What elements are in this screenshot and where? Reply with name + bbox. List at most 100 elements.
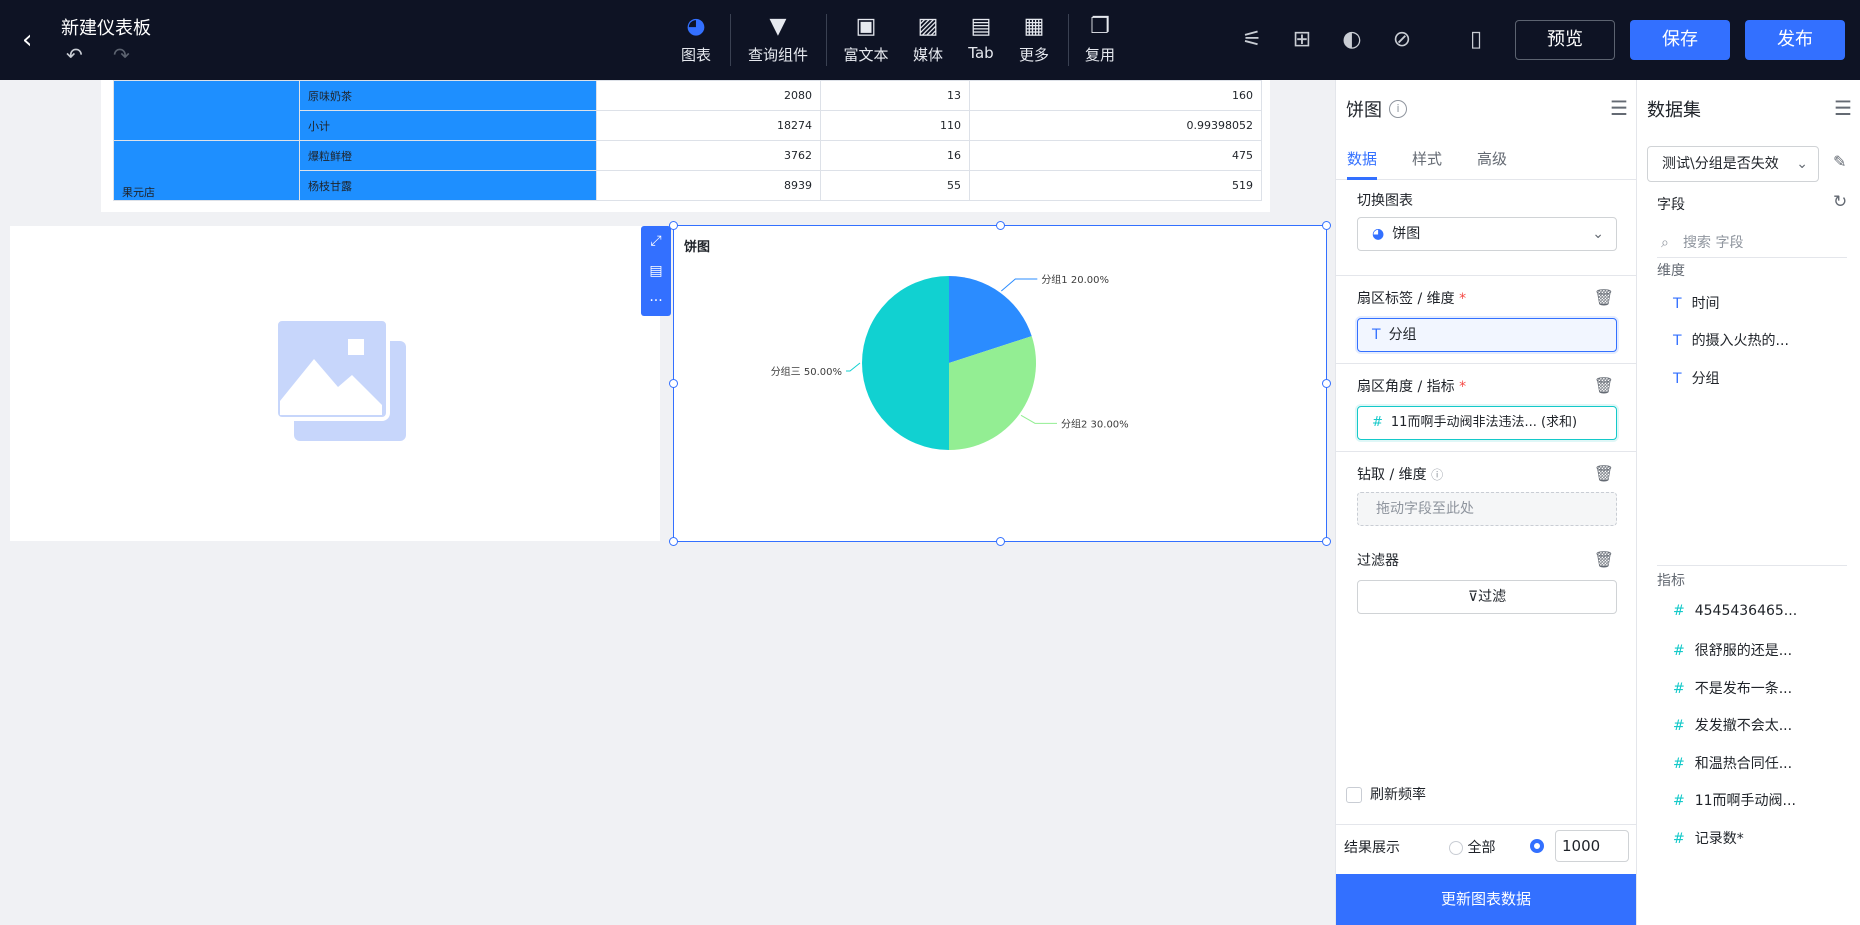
table-cell: 110 [820, 110, 970, 141]
pie-slice[interactable] [862, 276, 949, 450]
result-all-option[interactable]: 全部 [1449, 837, 1495, 857]
table-cell: 3762 [596, 140, 821, 171]
update-chart-data-button[interactable]: 更新图表数据 [1336, 874, 1636, 925]
resize-handle[interactable] [669, 221, 678, 230]
resize-handle[interactable] [1322, 379, 1331, 388]
metric-item[interactable]: # 很舒服的还是... [1673, 640, 1792, 660]
radio-all[interactable] [1449, 841, 1463, 855]
filter-button-label: 过滤 [1478, 589, 1507, 605]
field-search-input[interactable]: ⌕ 搜索 字段 [1657, 228, 1847, 258]
preview-button[interactable]: 预览 [1515, 20, 1615, 60]
publish-button[interactable]: 发布 [1745, 20, 1845, 60]
details-icon[interactable]: ▤ [641, 256, 671, 286]
pie-chart-widget[interactable]: 饼图 分组1 20.00% 分组2 30.00% 分组三 50.00% [669, 221, 1331, 546]
resize-handle[interactable] [1322, 221, 1331, 230]
top-bar: ‹ 新建仪表板 ↶ ↷ ◕ 图表 ▼ 查询组件 ▣ 富文本 ▨ 媒体 ▤ Tab… [0, 0, 1860, 80]
tool-tab[interactable]: ▤ Tab [964, 14, 998, 70]
undo-icon[interactable]: ↶ [66, 44, 90, 66]
pivot-table-widget[interactable]: 原味奶茶 2080 13 160 小计 18274 110 0.99398052… [101, 80, 1270, 212]
more-icon[interactable]: ··· [641, 286, 671, 316]
tool-label: 更多 [1018, 46, 1049, 64]
redo-icon[interactable]: ↷ [113, 44, 137, 66]
metric-item[interactable]: # 发发撤不会太... [1673, 715, 1792, 735]
mobile-icon[interactable]: ▯ [1462, 26, 1490, 54]
refresh-icon[interactable]: ↻ [1833, 192, 1847, 212]
expand-icon[interactable]: ⤢ [641, 226, 671, 256]
text-type-icon: T [1673, 296, 1682, 312]
resize-handle[interactable] [996, 537, 1005, 546]
grid-icon: ▦ [1023, 14, 1045, 39]
dimension-item[interactable]: T 时间 [1673, 293, 1720, 313]
text-type-icon: T [1372, 327, 1381, 343]
chevron-down-icon: ⌄ [1592, 226, 1604, 242]
dimension-item[interactable]: T 分组 [1673, 368, 1720, 388]
trash-icon[interactable]: 🗑 [1594, 288, 1614, 307]
tab-style[interactable]: 样式 [1412, 148, 1442, 169]
table-cell: 475 [969, 140, 1262, 171]
tool-label: 媒体 [912, 46, 943, 64]
tool-richtext[interactable]: ▣ 富文本 [842, 14, 890, 70]
table-cell: 原味奶茶 [299, 80, 597, 111]
trash-icon[interactable]: 🗑 [1594, 550, 1614, 569]
copy-icon: ❐ [1090, 14, 1110, 39]
resize-handle[interactable] [1322, 537, 1331, 546]
metric-field-chip[interactable]: #11而啊手动阀非法违法... (求和) [1357, 406, 1617, 440]
tool-media[interactable]: ▨ 媒体 [910, 14, 946, 70]
back-icon[interactable]: ‹ [22, 26, 42, 54]
drill-drop-zone[interactable]: 拖动字段至此处 [1357, 492, 1617, 526]
tool-reuse[interactable]: ❐ 复用 [1082, 14, 1118, 70]
collapse-panel-icon[interactable]: ☰ [1834, 96, 1852, 120]
table-cell: 爆粒鲜橙 [299, 140, 597, 171]
dimension-field-chip[interactable]: T 分组 [1357, 318, 1617, 352]
sector-angle-section: 扇区角度 / 指标 * 🗑 #11而啊手动阀非法违法... (求和) [1336, 364, 1636, 452]
radio-all-label: 全部 [1467, 840, 1496, 856]
refresh-frequency: 刷新频率 [1346, 784, 1426, 804]
trash-icon[interactable]: 🗑 [1594, 464, 1614, 483]
resize-handle[interactable] [996, 221, 1005, 230]
resize-handle[interactable] [669, 537, 678, 546]
tool-label: Tab [968, 44, 994, 62]
dashboard-canvas: 原味奶茶 2080 13 160 小计 18274 110 0.99398052… [0, 80, 1335, 925]
chart-type-select[interactable]: ◕ 饼图 ⌄ [1357, 217, 1617, 251]
save-button[interactable]: 保存 [1630, 20, 1730, 60]
trash-icon[interactable]: 🗑 [1594, 376, 1614, 395]
tool-chart[interactable]: ◕ 图表 [678, 14, 714, 70]
refresh-checkbox[interactable] [1346, 787, 1362, 803]
table-cell: 16 [820, 140, 970, 171]
filter-button[interactable]: ⊽过滤 [1357, 580, 1617, 614]
pie-chart-icon: ◕ [1372, 226, 1385, 242]
settings-sliders-icon[interactable]: ⚟ [1238, 26, 1266, 54]
tab-advanced[interactable]: 高级 [1477, 148, 1507, 169]
palette-icon[interactable]: ◐ [1338, 26, 1366, 54]
pie-chart: 分组1 20.00% 分组2 30.00% 分组三 50.00% [771, 273, 1129, 450]
table-cell: 55 [820, 170, 970, 201]
widget-toolbar: ⤢ ▤ ··· [641, 226, 671, 316]
properties-panel: 饼图 i ☰ 数据 样式 高级 切换图表 ◕ 饼图 ⌄ 扇区标签 / 维度 * 🗑… [1335, 80, 1636, 925]
field-name: 11而啊手动阀非法违法... (求和) [1390, 415, 1578, 430]
result-count-input[interactable]: 1000 [1555, 830, 1629, 862]
metric-item[interactable]: #4545436465... [1673, 603, 1797, 619]
info-icon[interactable]: ⓘ [1431, 468, 1443, 482]
tab-data[interactable]: 数据 [1347, 148, 1377, 169]
tool-query[interactable]: ▼ 查询组件 [746, 14, 810, 70]
media-widget[interactable] [10, 226, 660, 541]
tool-more[interactable]: ▦ 更多 [1016, 14, 1052, 70]
tab-icon: ▤ [970, 14, 992, 39]
info-icon[interactable]: i [1389, 100, 1407, 118]
metric-item[interactable]: # 不是发布一条... [1673, 678, 1792, 698]
eye-off-icon[interactable]: ⊘ [1388, 26, 1416, 54]
metric-item[interactable]: # 和温热合同任... [1673, 753, 1792, 773]
radio-count[interactable] [1530, 839, 1544, 853]
metric-item[interactable]: #11而啊手动阀... [1673, 790, 1796, 810]
dimension-item[interactable]: T 的摄入火热的... [1673, 330, 1789, 350]
collapse-panel-icon[interactable]: ☰ [1610, 96, 1628, 120]
dataset-select-value: 测试\分组是否失效 [1662, 156, 1779, 172]
metric-item[interactable]: # 记录数* [1673, 828, 1744, 848]
pie-label-line [1000, 278, 1038, 292]
resize-handle[interactable] [669, 379, 678, 388]
edit-icon[interactable]: ✎ [1833, 152, 1846, 171]
dataset-select[interactable]: 测试\分组是否失效 ⌄ [1647, 146, 1819, 182]
table-cell: 果元店 [113, 140, 300, 201]
tool-label: 复用 [1084, 46, 1115, 64]
layout-icon[interactable]: ⊞ [1288, 26, 1316, 54]
